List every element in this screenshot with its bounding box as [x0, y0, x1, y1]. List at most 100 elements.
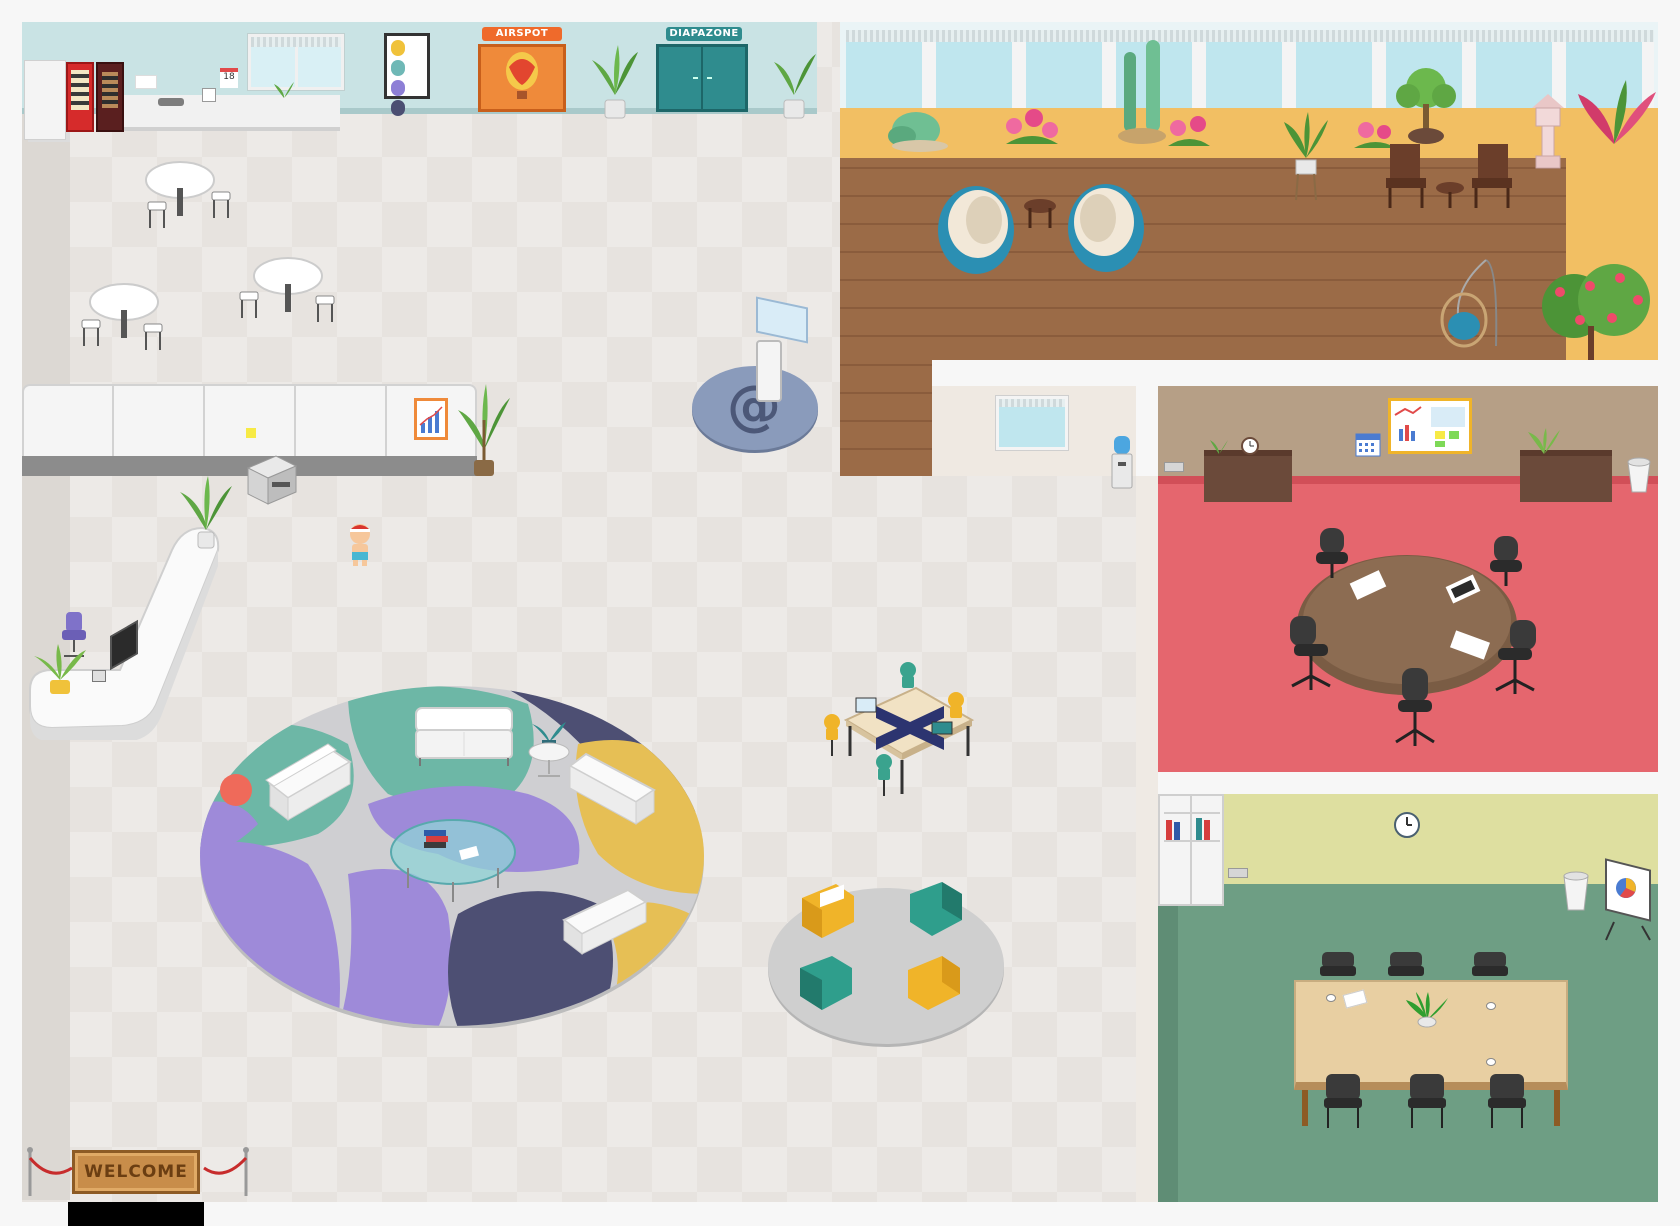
meeting-chair-1[interactable]: [1310, 526, 1354, 590]
sofa-right[interactable]: [566, 744, 662, 830]
calendar: 18: [220, 68, 238, 88]
potted-plant-reception-2: [180, 476, 232, 549]
cactus-cluster: [888, 112, 948, 152]
info-kiosk[interactable]: [756, 340, 782, 402]
meeting-outlet-left: [1164, 462, 1184, 472]
velvet-rope-left: [27, 1147, 73, 1196]
terrace-window-blinds: [846, 30, 1654, 42]
notes-on-wall: [135, 75, 157, 89]
conference-chair-bottom-1[interactable]: [1322, 1072, 1364, 1132]
terrace-potted-plant: [1284, 112, 1328, 201]
welcome-mat[interactable]: WELCOME: [72, 1150, 200, 1194]
diapazone-sign: DIAPAZONE: [666, 27, 742, 41]
hanging-chair[interactable]: [1436, 256, 1506, 350]
kitchen-window: [248, 34, 344, 90]
meeting-chair-2[interactable]: [1484, 534, 1528, 598]
meeting-small-plant-2: [1528, 428, 1560, 454]
meeting-chair-3[interactable]: [1286, 614, 1336, 694]
cafe-table-2[interactable]: [78, 270, 188, 360]
armchair-yellow-2[interactable]: [902, 950, 966, 1016]
desk-cluster[interactable]: [816, 660, 976, 802]
water-cooler[interactable]: [1108, 434, 1136, 494]
desk-clock-icon: [1241, 437, 1259, 455]
sofa-left[interactable]: [262, 740, 358, 826]
vending-machine-red[interactable]: [66, 62, 94, 132]
clock-icon: [1394, 812, 1420, 838]
whiteboard-chart-icon: [1394, 406, 1465, 447]
airspot-door[interactable]: [478, 44, 566, 112]
egg-chair-left[interactable]: [936, 184, 1016, 276]
table-centerpiece-plant: [1406, 992, 1448, 1028]
hall-divider-top: [932, 360, 1658, 386]
pink-flowers-1: [1006, 109, 1058, 144]
armchair-yellow-1[interactable]: [796, 878, 860, 944]
terrace-side-table[interactable]: [1022, 198, 1058, 232]
meeting-small-plant-1: [1210, 440, 1228, 454]
rooms-divider: [1158, 772, 1658, 794]
terrace-tree: [1396, 68, 1456, 144]
kitchen-counter: [120, 95, 340, 131]
conference-chair-bottom-3[interactable]: [1486, 1072, 1528, 1132]
sink: [158, 98, 184, 106]
reception-phone[interactable]: [92, 670, 106, 682]
conference-chair-top-3[interactable]: [1470, 950, 1510, 986]
calendar-day: 18: [223, 72, 235, 82]
partition-divider-3: [294, 386, 296, 456]
sofa-bottom[interactable]: [556, 880, 652, 960]
game-map: 18 AIRSPOT DIAPAZONE @ WELCOME: [0, 0, 1680, 1226]
small-plant-counter: [274, 82, 294, 98]
velvet-rope-right: [203, 1147, 249, 1196]
terrace-wood-ext: [840, 360, 932, 476]
fridge: [24, 60, 66, 140]
vending-machine-dark[interactable]: [96, 62, 124, 132]
meeting-chair-5[interactable]: [1390, 666, 1440, 750]
chart-poster: [414, 398, 448, 440]
meeting-whiteboard[interactable]: [1388, 398, 1472, 454]
conference-table-leg-1: [1302, 1090, 1308, 1126]
conference-table-leg-2: [1554, 1090, 1560, 1126]
entrance-gap[interactable]: [68, 1202, 204, 1226]
lobby-right-edge: [1136, 476, 1158, 1202]
wastebasket-conference[interactable]: [1560, 870, 1592, 914]
bookshelf: [1158, 794, 1224, 906]
wall-art-abstract: [384, 33, 430, 116]
conference-chair-bottom-2[interactable]: [1406, 1072, 1448, 1132]
conference-outlet: [1228, 868, 1248, 878]
airspot-sign: AIRSPOT: [482, 27, 562, 41]
terrace-wood-chairs[interactable]: [1384, 138, 1516, 214]
bar-chart-icon: [419, 406, 443, 433]
conference-left-wall: [1158, 884, 1178, 1202]
side-table-plant[interactable]: [524, 718, 574, 780]
potted-plant-back-2: [774, 54, 816, 119]
presentation-easel[interactable]: [1600, 852, 1656, 942]
meeting-calendar-icon: [1355, 433, 1381, 457]
partition-divider-4: [385, 386, 387, 456]
conference-chair-top-2[interactable]: [1386, 950, 1426, 986]
sofa-top[interactable]: [412, 704, 516, 770]
wastebasket-meeting[interactable]: [1624, 456, 1654, 496]
meeting-chair-4[interactable]: [1490, 618, 1540, 698]
coffee-cup-1: [1326, 994, 1336, 1002]
cafe-table-3[interactable]: [236, 246, 346, 336]
cafe-table-1[interactable]: [140, 150, 250, 240]
tall-cactus: [1118, 40, 1166, 144]
armchair-teal-2[interactable]: [794, 950, 858, 1016]
coffee-machine[interactable]: [202, 88, 216, 102]
corridor-window: [996, 396, 1068, 450]
conference-chair-top-1[interactable]: [1318, 950, 1358, 986]
pink-flowers-2: [1168, 116, 1210, 146]
glass-coffee-table[interactable]: [388, 812, 518, 904]
printer[interactable]: [244, 450, 300, 510]
sticky-note: [246, 428, 256, 438]
diapazone-door[interactable]: [656, 44, 748, 112]
potted-plant-partition: [458, 384, 510, 476]
coffee-cup-3: [1486, 1058, 1496, 1066]
hot-air-balloon-icon: [506, 52, 538, 99]
partition-divider-1: [112, 386, 114, 456]
egg-chair-right[interactable]: [1066, 182, 1146, 274]
player-avatar[interactable]: [340, 520, 380, 568]
stone-lantern: [1532, 94, 1564, 169]
armchair-teal-1[interactable]: [904, 876, 968, 942]
coffee-cup-2: [1486, 1002, 1496, 1010]
flowering-shrub: [1542, 264, 1650, 362]
